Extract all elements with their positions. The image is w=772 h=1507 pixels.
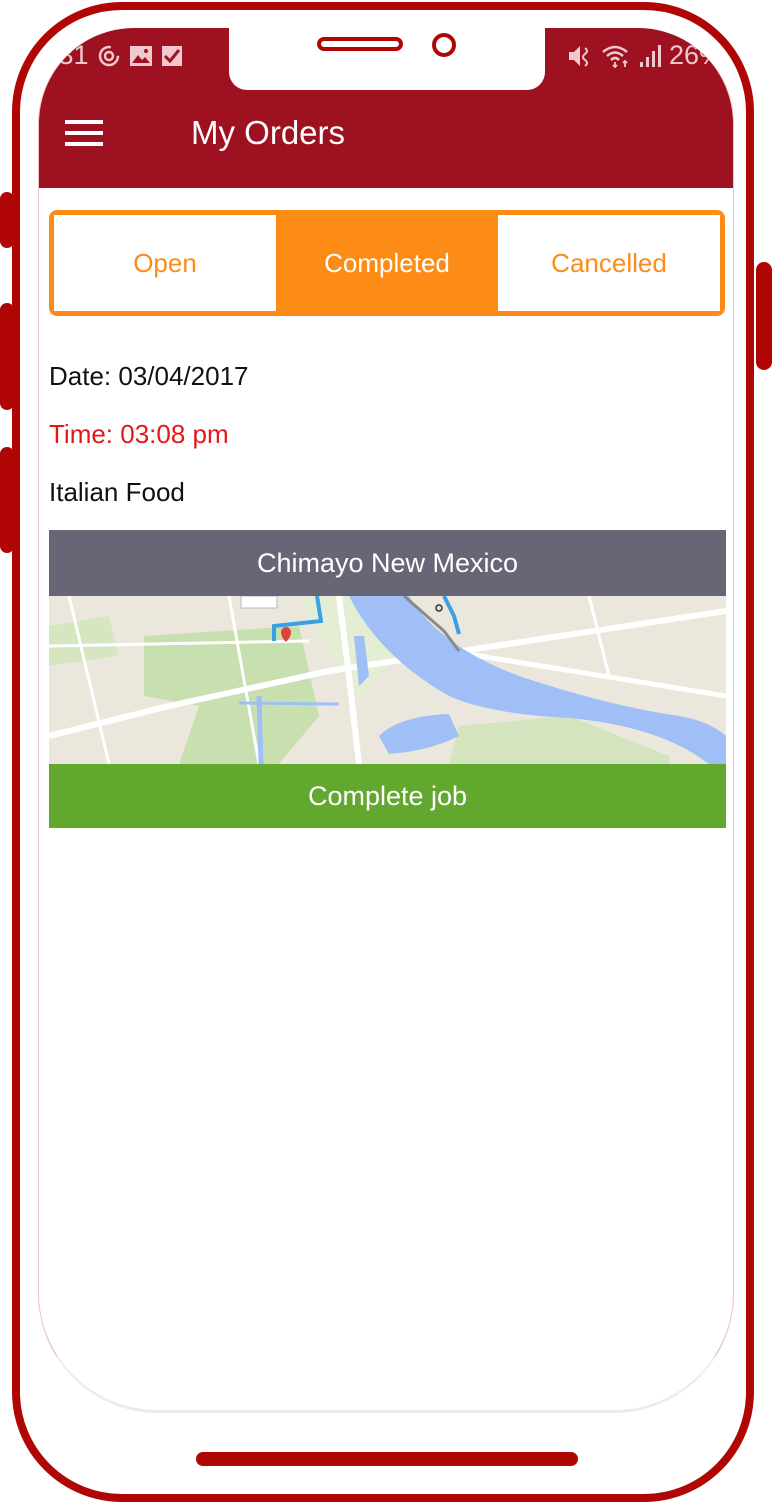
route-map[interactable] <box>49 596 726 764</box>
checkbox-icon <box>161 45 182 66</box>
order-date: Date: 03/04/2017 <box>49 361 249 391</box>
tab-open[interactable]: Open <box>54 215 276 311</box>
wifi-icon <box>602 45 628 68</box>
stream <box>256 695 264 764</box>
eta-chip <box>240 596 278 609</box>
page-title: My Orders <box>191 114 346 151</box>
stream <box>238 701 340 706</box>
side-button-right <box>756 262 772 370</box>
mute-icon <box>568 45 588 67</box>
map-graphic <box>49 596 726 764</box>
side-button-left-3 <box>0 447 14 553</box>
signal-icon <box>639 44 661 67</box>
order-category: Italian Food <box>49 477 185 507</box>
tab-completed[interactable]: Completed <box>276 215 498 311</box>
battery-percent: 26% <box>668 40 723 70</box>
speaker-grille <box>317 37 403 51</box>
sync-icon <box>98 45 119 66</box>
location-bar: Chimayo New Mexico <box>49 530 726 596</box>
front-camera <box>432 33 456 57</box>
camera-notch <box>229 28 545 90</box>
image-icon <box>129 45 152 66</box>
side-button-left-1 <box>0 192 14 248</box>
hamburger-menu-icon[interactable] <box>65 118 105 148</box>
order-time: Time: 03:08 pm <box>49 419 229 449</box>
phone-screen: .31 26% My Orders Open Completed Cancell… <box>38 28 734 1413</box>
complete-job-button[interactable]: Complete job <box>49 764 726 828</box>
order-status-tabs: Open Completed Cancelled <box>49 210 725 316</box>
side-button-left-2 <box>0 303 14 410</box>
home-indicator[interactable] <box>196 1452 578 1466</box>
app-bar: .31 26% My Orders <box>39 28 733 188</box>
status-time: .31 <box>51 40 89 70</box>
tab-cancelled[interactable]: Cancelled <box>498 215 720 311</box>
